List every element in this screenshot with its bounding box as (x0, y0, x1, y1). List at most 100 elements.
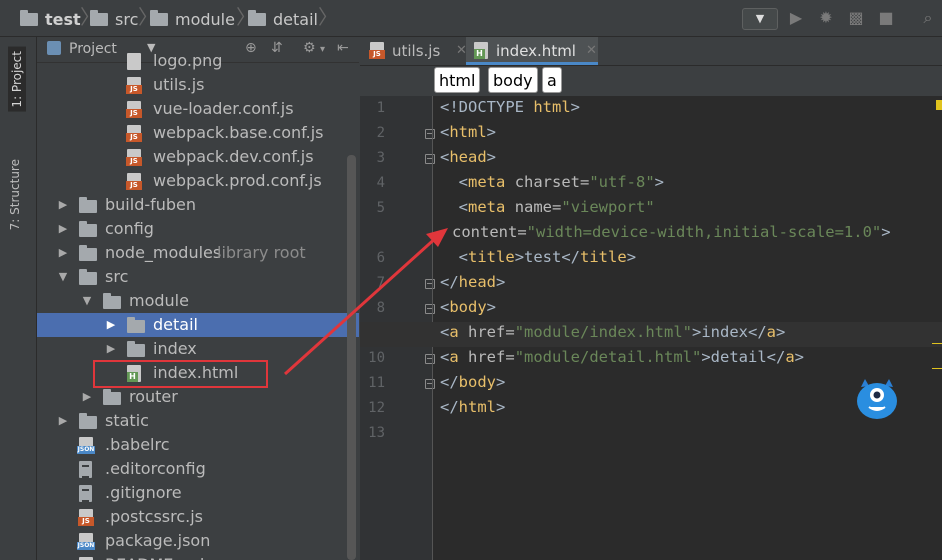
code-line[interactable]: <a href="module/detail.html">detail</a> (440, 348, 804, 366)
tab-index-html[interactable]: index.html ✕ (466, 37, 598, 65)
project-tree: logo.png utils.js vue-loader.conf.js webpac… (37, 51, 359, 560)
tree-item-label: index (153, 339, 197, 358)
tree-item[interactable]: ▶ index (37, 337, 359, 361)
code-line[interactable]: content="width=device-width,initial-scal… (452, 223, 891, 241)
file-icon (127, 53, 141, 70)
js-icon (126, 173, 142, 190)
error-stripe-mark[interactable] (932, 343, 942, 344)
breadcrumb-module-label: module (175, 9, 235, 29)
folder-icon (103, 293, 121, 309)
close-icon[interactable]: ✕ (586, 37, 597, 65)
tree-item[interactable]: .postcssrc.js (37, 505, 359, 529)
tree-item-label: webpack.dev.conf.js (153, 147, 314, 166)
breadcrumb-project[interactable]: test (20, 9, 81, 29)
tree-item[interactable]: utils.js (37, 73, 359, 97)
editor-area: utils.js ✕ index.html ✕ html body a 1234… (360, 37, 942, 560)
tree-item[interactable]: webpack.dev.conf.js (37, 145, 359, 169)
tree-item-label: .babelrc (105, 435, 170, 454)
code-line[interactable]: <title>test</title> (440, 248, 636, 266)
code-line[interactable]: <head> (440, 148, 496, 166)
breadcrumb-detail[interactable]: detail (248, 9, 318, 29)
tree-item[interactable]: ▶ config (37, 217, 359, 241)
tree-item[interactable]: ▶ node_modules library root (37, 241, 359, 265)
tree-item[interactable]: .babelrc (37, 433, 359, 457)
code-line[interactable]: </head> (440, 273, 505, 291)
run-icon[interactable]: ▶ (786, 9, 806, 27)
tree-item-label: src (105, 267, 129, 286)
error-stripe-mark[interactable] (932, 368, 942, 369)
folder-icon (79, 269, 97, 285)
tree-item[interactable]: ▶ static (37, 409, 359, 433)
coverage-icon[interactable]: ▩ (846, 9, 866, 27)
collapsed-arrow-icon[interactable]: ▶ (57, 217, 69, 241)
tree-item[interactable]: webpack.prod.conf.js (37, 169, 359, 193)
code-line[interactable]: <body> (440, 298, 496, 316)
tree-item[interactable]: vue-loader.conf.js (37, 97, 359, 121)
tree-item[interactable]: ▼ src (37, 265, 359, 289)
folder-icon (20, 9, 38, 26)
collapsed-arrow-icon[interactable]: ▶ (105, 337, 117, 361)
folder-icon (79, 221, 97, 237)
tab-project-label: 1: Project (10, 51, 24, 108)
folder-icon (127, 341, 145, 357)
breadcrumb-src-label: src (115, 9, 139, 29)
editor-tab-bar: utils.js ✕ index.html ✕ (360, 37, 942, 66)
tree-item-label: module (129, 291, 189, 310)
collapsed-arrow-icon[interactable]: ▶ (57, 193, 69, 217)
expanded-arrow-icon[interactable]: ▼ (81, 289, 93, 313)
tag-breadcrumbs: html body a (360, 66, 942, 96)
js-icon (126, 77, 142, 94)
code-line[interactable]: <meta name="viewport" (440, 198, 655, 216)
folder-icon (90, 9, 108, 26)
collapsed-arrow-icon[interactable]: ▶ (57, 409, 69, 433)
tag-crumb-body[interactable]: body (488, 67, 538, 93)
js-icon (126, 101, 142, 118)
tree-item[interactable]: ▼ module (37, 289, 359, 313)
code-line[interactable]: <!DOCTYPE html> (440, 98, 580, 116)
tree-scrollbar[interactable] (347, 155, 356, 560)
tree-item-label: .editorconfig (105, 459, 206, 478)
tab-utils-js[interactable]: utils.js ✕ (368, 37, 467, 65)
code-line[interactable]: <a href="module/index.html">index</a> (440, 323, 785, 341)
folder-icon (79, 413, 97, 429)
tag-crumb-a[interactable]: a (542, 67, 562, 93)
expanded-arrow-icon[interactable]: ▼ (57, 265, 69, 289)
tree-item[interactable]: ▶ router (37, 385, 359, 409)
collapsed-arrow-icon[interactable]: ▶ (57, 241, 69, 265)
tree-item[interactable]: webpack.base.conf.js (37, 121, 359, 145)
tree-item[interactable]: ▶ detail (37, 313, 359, 337)
annotation-box (93, 360, 268, 388)
tree-item[interactable]: package.json (37, 529, 359, 553)
navigation-bar: test 〉 src 〉 module 〉 detail 〉 ▼ ▶ ✹ ▩ ■… (0, 0, 942, 37)
code-line[interactable]: </body> (440, 373, 505, 391)
tree-item-label: utils.js (153, 75, 205, 94)
collapsed-arrow-icon[interactable]: ▶ (81, 385, 93, 409)
debug-icon[interactable]: ✹ (816, 9, 836, 27)
tree-item-label: package.json (105, 531, 211, 550)
collapsed-arrow-icon[interactable]: ▶ (105, 313, 117, 337)
search-icon[interactable]: ⌕ (918, 9, 938, 27)
tag-crumb-html[interactable]: html (434, 67, 481, 93)
breadcrumb-src[interactable]: src (90, 9, 138, 29)
code-line[interactable]: <html> (440, 123, 496, 141)
project-panel: Project ▼ ⊕ ⇵ ⚙ ▾ ⇤ logo.pngutils.jsvue-… (37, 37, 359, 560)
tree-item[interactable]: logo.png (37, 49, 359, 73)
tree-item[interactable]: .editorconfig (37, 457, 359, 481)
tree-item[interactable]: README.md (37, 553, 359, 560)
code-line[interactable]: </html> (440, 398, 505, 416)
tree-item-label: logo.png (153, 51, 223, 70)
run-config-dropdown[interactable]: ▼ (742, 8, 778, 30)
breadcrumb-separator: 〉 (80, 6, 100, 28)
tab-structure[interactable]: 7: Structure (8, 159, 22, 230)
stop-icon[interactable]: ■ (876, 9, 896, 27)
folder-icon (150, 9, 168, 26)
breadcrumb-module[interactable]: module (150, 9, 235, 29)
tab-structure-label: 7: Structure (8, 159, 22, 231)
tree-item-label: node_modules (105, 243, 222, 262)
warning-marker[interactable] (936, 100, 942, 110)
code-line[interactable]: <meta charset="utf-8"> (440, 173, 664, 191)
code-area[interactable]: <!DOCTYPE html> <html> <head> <meta charse… (360, 96, 942, 560)
tree-item[interactable]: ▶ build-fuben (37, 193, 359, 217)
tree-item[interactable]: .gitignore (37, 481, 359, 505)
tab-project[interactable]: 1: Project (8, 47, 26, 112)
